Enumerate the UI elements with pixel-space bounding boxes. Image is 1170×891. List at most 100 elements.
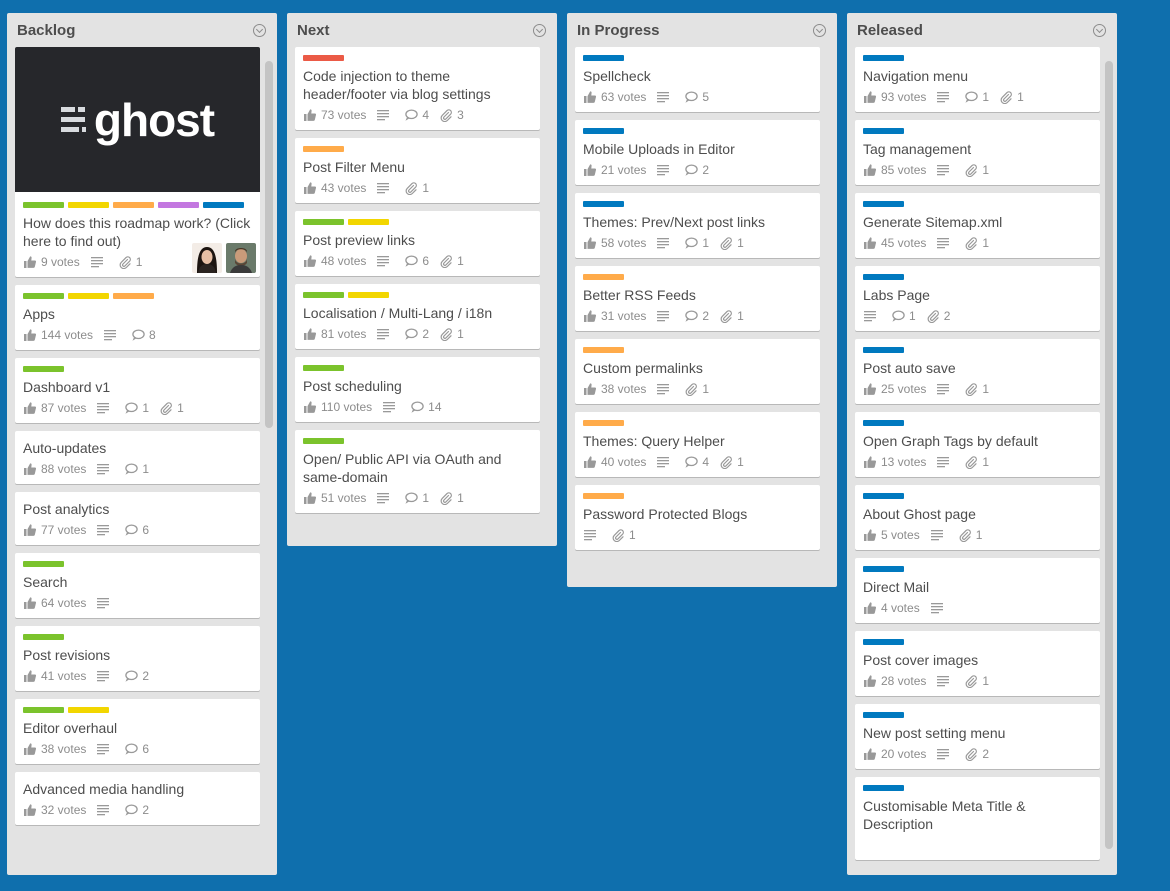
card[interactable]: Search 64 votes <box>15 553 260 618</box>
card[interactable]: Password Protected Blogs 1 <box>575 485 820 550</box>
description-icon <box>96 523 110 537</box>
card-title: Direct Mail <box>863 579 930 595</box>
card-title: Open/ Public API via OAuth and same-doma… <box>303 451 502 485</box>
card[interactable]: Navigation menu 93 votes 1 1 <box>855 47 1100 112</box>
card[interactable]: Labs Page 1 2 <box>855 266 1100 331</box>
list-title[interactable]: Backlog <box>17 22 75 39</box>
attachments-badge: 3 <box>439 108 464 123</box>
card[interactable]: Spellcheck 63 votes 5 <box>575 47 820 112</box>
avatar[interactable] <box>192 243 222 273</box>
card[interactable]: Post cover images 28 votes 1 <box>855 631 1100 696</box>
votes-count: 63 votes <box>601 90 647 104</box>
comments-count: 6 <box>142 742 150 756</box>
card-title: Editor overhaul <box>23 720 118 736</box>
card-title: Localisation / Multi-Lang / i18n <box>303 305 493 321</box>
card[interactable]: Dashboard v1 87 votes 1 1 <box>15 358 260 423</box>
description-icon <box>930 528 944 542</box>
list-scrollbar[interactable] <box>265 61 273 875</box>
label-orange <box>113 293 154 299</box>
card[interactable]: Code injection to theme header/footer vi… <box>295 47 540 130</box>
votes-icon <box>863 163 877 177</box>
card[interactable]: Better RSS Feeds 31 votes 2 1 <box>575 266 820 331</box>
card[interactable]: Open Graph Tags by default 13 votes 1 <box>855 412 1100 477</box>
scrollbar-thumb[interactable] <box>265 61 273 428</box>
avatar[interactable] <box>226 243 256 273</box>
description-icon <box>376 327 390 341</box>
list-menu-icon[interactable] <box>533 23 546 37</box>
description-badge <box>376 108 394 122</box>
card-title: Apps <box>23 306 55 322</box>
card[interactable]: Customisable Meta Title & Description <box>855 777 1100 860</box>
votes-badge: 31 votes <box>583 309 646 323</box>
list-menu-icon[interactable] <box>253 23 266 37</box>
attachments-count: 1 <box>135 255 143 269</box>
card[interactable]: Themes: Prev/Next post links 58 votes 1 1 <box>575 193 820 258</box>
description-badge <box>936 455 954 469</box>
card[interactable]: About Ghost page 5 votes 1 <box>855 485 1100 550</box>
card-title: New post setting menu <box>863 725 1006 741</box>
card[interactable]: Direct Mail 4 votes <box>855 558 1100 623</box>
list-scrollbar[interactable] <box>1105 61 1113 875</box>
card-labels <box>303 292 532 298</box>
card[interactable]: Open/ Public API via OAuth and same-doma… <box>295 430 540 513</box>
label-green <box>23 707 64 713</box>
label-red <box>303 55 344 61</box>
description-icon <box>583 528 597 542</box>
card[interactable]: Apps 144 votes 8 <box>15 285 260 350</box>
card[interactable]: Editor overhaul 38 votes 6 <box>15 699 260 764</box>
description-icon <box>376 254 390 268</box>
card[interactable]: Post Filter Menu 43 votes 1 <box>295 138 540 203</box>
card-badges: 45 votes 1 <box>863 235 1092 251</box>
card[interactable]: Post scheduling 110 votes 14 <box>295 357 540 422</box>
card-labels <box>863 274 1092 280</box>
card[interactable]: ghost How does this roadmap work? (Click … <box>15 47 260 277</box>
description-badge <box>930 601 948 615</box>
label-blue <box>203 202 244 208</box>
card[interactable]: New post setting menu 20 votes 2 <box>855 704 1100 769</box>
scrollbar-thumb[interactable] <box>1105 61 1113 849</box>
list-title[interactable]: Released <box>857 22 923 39</box>
list-menu-icon[interactable] <box>1093 23 1106 37</box>
card-title: Themes: Prev/Next post links <box>583 214 766 230</box>
votes-badge: 73 votes <box>303 108 366 122</box>
description-icon <box>930 601 944 615</box>
label-green <box>303 219 344 225</box>
label-blue <box>863 785 904 791</box>
votes-count: 51 votes <box>321 491 367 505</box>
attachments-count: 1 <box>982 163 990 177</box>
label-orange <box>583 420 624 426</box>
card[interactable]: Auto-updates 88 votes 1 <box>15 431 260 484</box>
comments-count: 2 <box>142 669 150 683</box>
votes-badge: 5 votes <box>863 528 920 542</box>
description-icon <box>96 803 110 817</box>
comments-badge: 1 <box>684 236 709 250</box>
card[interactable]: Mobile Uploads in Editor 21 votes 2 <box>575 120 820 185</box>
card[interactable]: Themes: Query Helper 40 votes 4 1 <box>575 412 820 477</box>
attachments-count: 1 <box>702 382 710 396</box>
list-menu-icon[interactable] <box>813 23 826 37</box>
card[interactable]: Custom permalinks 38 votes 1 <box>575 339 820 404</box>
comments-icon <box>684 309 699 323</box>
card[interactable]: Post auto save 25 votes 1 <box>855 339 1100 404</box>
votes-badge: 20 votes <box>863 747 926 761</box>
card-labels <box>863 639 1092 645</box>
card[interactable]: Post preview links 48 votes 6 1 <box>295 211 540 276</box>
list-title[interactable]: In Progress <box>577 22 660 39</box>
description-icon <box>376 108 390 122</box>
card-badges: 21 votes 2 <box>583 162 812 178</box>
card[interactable]: Advanced media handling 32 votes 2 <box>15 772 260 825</box>
votes-icon <box>863 236 877 250</box>
list-title[interactable]: Next <box>297 22 330 39</box>
card-badges: 88 votes 1 <box>23 461 252 477</box>
card[interactable]: Generate Sitemap.xml 45 votes 1 <box>855 193 1100 258</box>
attachments-count: 1 <box>1017 90 1024 104</box>
card[interactable]: Tag management 85 votes 1 <box>855 120 1100 185</box>
card[interactable]: Post revisions 41 votes 2 <box>15 626 260 691</box>
card-labels <box>863 128 1092 134</box>
card[interactable]: Localisation / Multi-Lang / i18n 81 votes… <box>295 284 540 349</box>
description-badge <box>96 742 114 756</box>
card[interactable]: Post analytics 77 votes 6 <box>15 492 260 545</box>
description-icon <box>382 400 396 414</box>
comments-count: 2 <box>142 803 150 817</box>
description-icon <box>656 90 670 104</box>
